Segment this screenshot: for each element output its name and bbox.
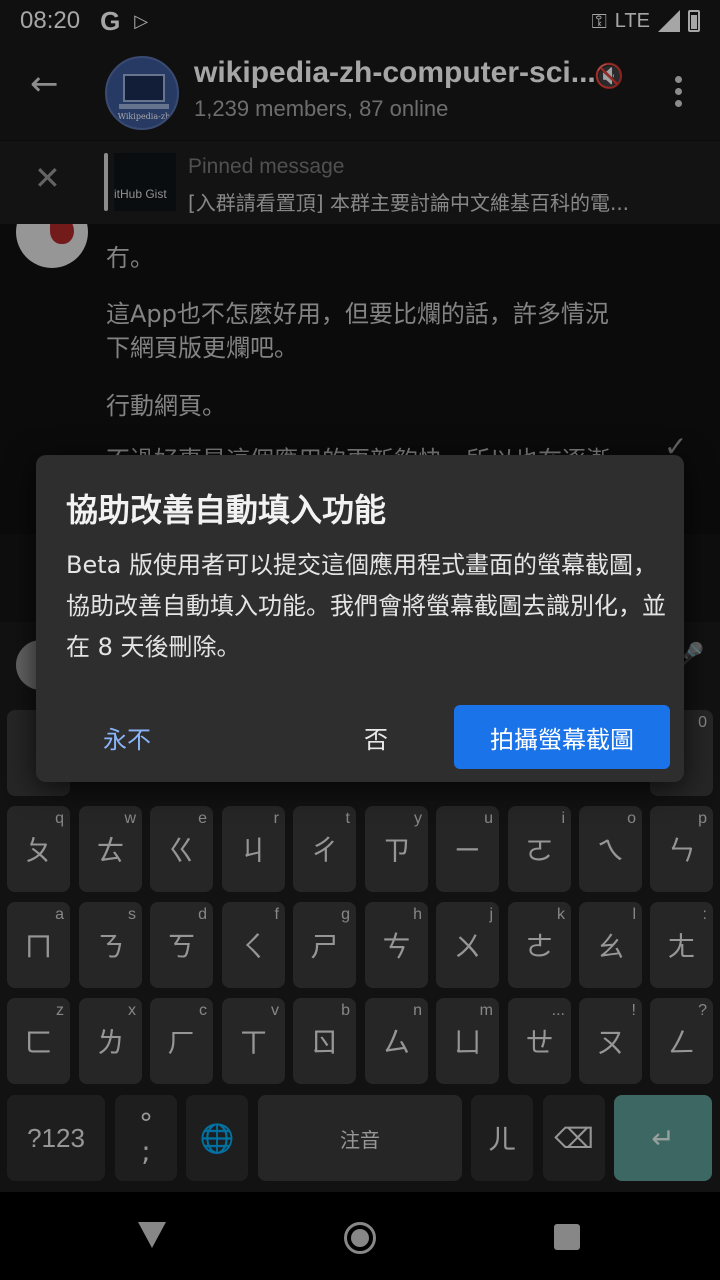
dialog-title: 協助改善自動填入功能 (66, 491, 387, 529)
never-button[interactable]: 永不 (72, 705, 182, 769)
autofill-dialog: 協助改善自動填入功能 Beta 版使用者可以提交這個應用程式畫面的螢幕截圖，協助… (36, 455, 684, 782)
take-screenshot-button[interactable]: 拍攝螢幕截圖 (454, 705, 670, 769)
no-button[interactable]: 否 (336, 705, 416, 769)
dialog-body: Beta 版使用者可以提交這個應用程式畫面的螢幕截圖，協助改善自動填入功能。我們… (66, 551, 666, 661)
